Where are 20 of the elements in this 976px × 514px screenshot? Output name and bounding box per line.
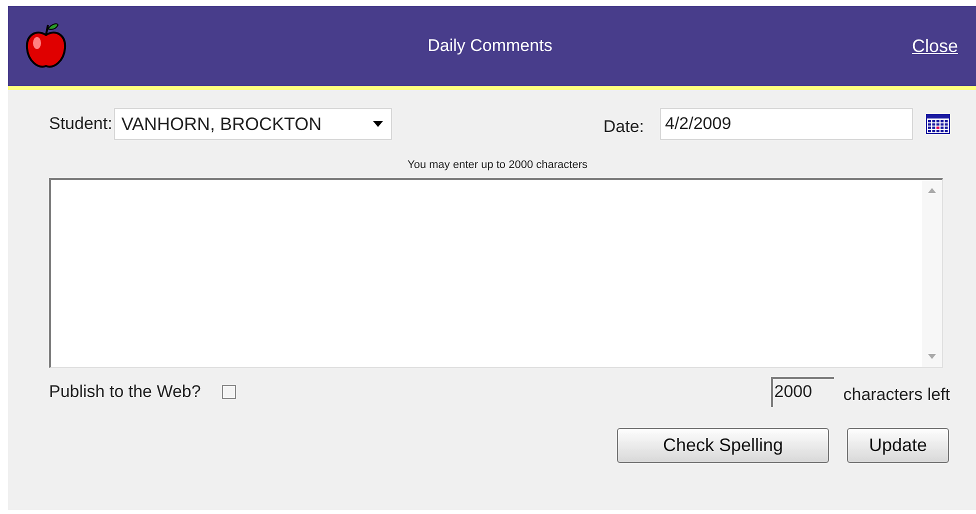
comment-textarea[interactable] [49,178,943,368]
publish-checkbox[interactable] [222,384,236,398]
date-field[interactable]: 4/2/2009 [660,108,913,140]
caret-icon [373,121,384,127]
character-limit-hint: You may enter up to 2000 characters [406,158,588,173]
apple-icon [24,23,68,69]
calendar-icon[interactable] [926,114,950,134]
scroll-up-icon[interactable] [928,188,936,192]
publish-label: Publish to the Web? [49,380,201,403]
form-button[interactable]: Update [847,428,949,462]
window-title: Daily Comments [426,35,554,58]
student-dropdown[interactable]: VANHORN, BROCKTON [114,108,392,140]
scroll-down-icon[interactable] [928,354,936,358]
form-button[interactable]: Check Spelling [617,428,829,462]
characters-left-count: 2000 [771,376,834,406]
scrollbar[interactable] [922,180,942,366]
characters-left-label: characters left [843,384,950,406]
close-link[interactable]: Close [912,32,960,60]
student-label: Student: [49,113,112,136]
date-label: Date: [603,116,644,138]
